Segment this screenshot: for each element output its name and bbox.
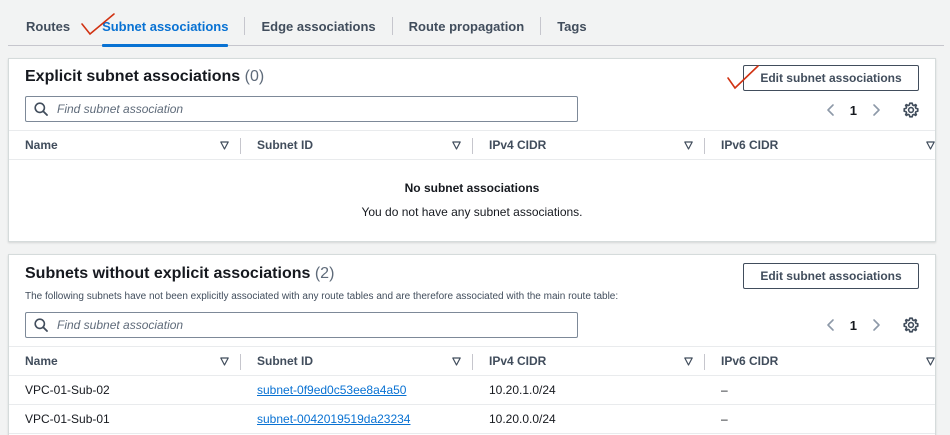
chevron-left-icon[interactable] <box>824 103 838 117</box>
chevron-left-icon[interactable] <box>824 318 838 332</box>
panel-count: (2) <box>314 265 335 282</box>
tab-subnet-associations[interactable]: Subnet associations <box>86 8 244 47</box>
tab-routes[interactable]: Routes <box>8 8 86 45</box>
column-label: Name <box>25 354 58 368</box>
table-row[interactable]: VPC-01-Sub-01 subnet-0042019519da23234 1… <box>9 405 935 434</box>
search-input[interactable] <box>57 102 557 116</box>
panel-title-text: Explicit subnet associations <box>25 68 241 85</box>
tab-route-propagation[interactable]: Route propagation <box>393 8 541 45</box>
tab-label: Route propagation <box>408 19 525 34</box>
empty-state-title: No subnet associations <box>404 181 540 195</box>
column-label: Subnet ID <box>257 138 313 152</box>
tab-tags[interactable]: Tags <box>541 8 602 45</box>
cell-ipv4-cidr: 10.20.0.0/24 <box>489 412 556 426</box>
empty-state: No subnet associations You do not have a… <box>9 181 935 219</box>
caret-down-icon[interactable] <box>220 357 229 366</box>
tab-bar: Routes Subnet associations Edge associat… <box>8 8 944 47</box>
chevron-right-icon[interactable] <box>869 318 883 332</box>
column-label: IPv6 CIDR <box>721 354 779 368</box>
cell-ipv4-cidr: 10.20.1.0/24 <box>489 383 556 397</box>
table-header: Name Subnet ID IPv4 CIDR IPv6 CIDR <box>9 130 935 160</box>
panel-title-text: Subnets without explicit associations <box>25 265 311 282</box>
tab-edge-associations[interactable]: Edge associations <box>245 8 391 45</box>
column-header-ipv4-cidr[interactable]: IPv4 CIDR <box>473 347 705 375</box>
column-label: Name <box>25 138 58 152</box>
cell-ipv6-cidr: – <box>721 383 728 397</box>
column-header-subnet-id[interactable]: Subnet ID <box>241 131 473 159</box>
search-field[interactable] <box>25 312 578 338</box>
pagination: 1 <box>824 315 919 335</box>
column-header-name[interactable]: Name <box>9 131 241 159</box>
caret-down-icon[interactable] <box>452 141 461 150</box>
caret-down-icon[interactable] <box>926 357 935 366</box>
column-label: Subnet ID <box>257 354 313 368</box>
gear-icon[interactable] <box>903 317 919 333</box>
column-header-ipv6-cidr[interactable]: IPv6 CIDR <box>705 131 935 159</box>
column-header-ipv6-cidr[interactable]: IPv6 CIDR <box>705 347 935 375</box>
pagination: 1 <box>824 100 919 120</box>
column-label: IPv4 CIDR <box>489 354 547 368</box>
column-header-name[interactable]: Name <box>9 347 241 375</box>
implicit-associations-panel: Subnets without explicit associations (2… <box>8 254 936 435</box>
caret-down-icon[interactable] <box>926 141 935 150</box>
cell-ipv6-cidr: – <box>721 412 728 426</box>
tab-label: Edge associations <box>261 19 376 34</box>
subnet-id-link[interactable]: subnet-0f9ed0c53ee8a4a50 <box>241 383 473 397</box>
search-icon <box>34 102 48 116</box>
empty-state-text: You do not have any subnet associations. <box>361 205 583 219</box>
search-icon <box>34 318 48 332</box>
column-label: IPv6 CIDR <box>721 138 779 152</box>
cell-name: VPC-01-Sub-02 <box>25 383 110 397</box>
edit-subnet-associations-button[interactable]: Edit subnet associations <box>743 65 919 91</box>
panel-description: The following subnets have not been expl… <box>25 291 619 302</box>
panel-title: Subnets without explicit associations (2… <box>25 265 334 283</box>
tab-label: Tags <box>557 19 587 34</box>
caret-down-icon[interactable] <box>452 357 461 366</box>
chevron-right-icon[interactable] <box>869 103 883 117</box>
cell-name: VPC-01-Sub-01 <box>25 412 110 426</box>
page-number[interactable]: 1 <box>850 103 857 118</box>
tab-label: Subnet associations <box>102 19 229 34</box>
tab-label: Routes <box>26 19 71 34</box>
table-header: Name Subnet ID IPv4 CIDR IPv6 CIDR <box>9 346 935 376</box>
search-input[interactable] <box>57 318 557 332</box>
explicit-associations-panel: Explicit subnet associations (0) Edit su… <box>8 58 936 242</box>
table-row[interactable]: VPC-01-Sub-02 subnet-0f9ed0c53ee8a4a50 1… <box>9 376 935 405</box>
panel-count: (0) <box>244 68 265 85</box>
search-field[interactable] <box>25 96 578 122</box>
caret-down-icon[interactable] <box>220 141 229 150</box>
gear-icon[interactable] <box>903 102 919 118</box>
caret-down-icon[interactable] <box>684 141 693 150</box>
page-number[interactable]: 1 <box>850 318 857 333</box>
edit-subnet-associations-button[interactable]: Edit subnet associations <box>743 263 919 289</box>
caret-down-icon[interactable] <box>684 357 693 366</box>
column-label: IPv4 CIDR <box>489 138 547 152</box>
column-header-subnet-id[interactable]: Subnet ID <box>241 347 473 375</box>
panel-title: Explicit subnet associations (0) <box>25 68 264 86</box>
column-header-ipv4-cidr[interactable]: IPv4 CIDR <box>473 131 705 159</box>
subnet-id-link[interactable]: subnet-0042019519da23234 <box>241 412 473 426</box>
